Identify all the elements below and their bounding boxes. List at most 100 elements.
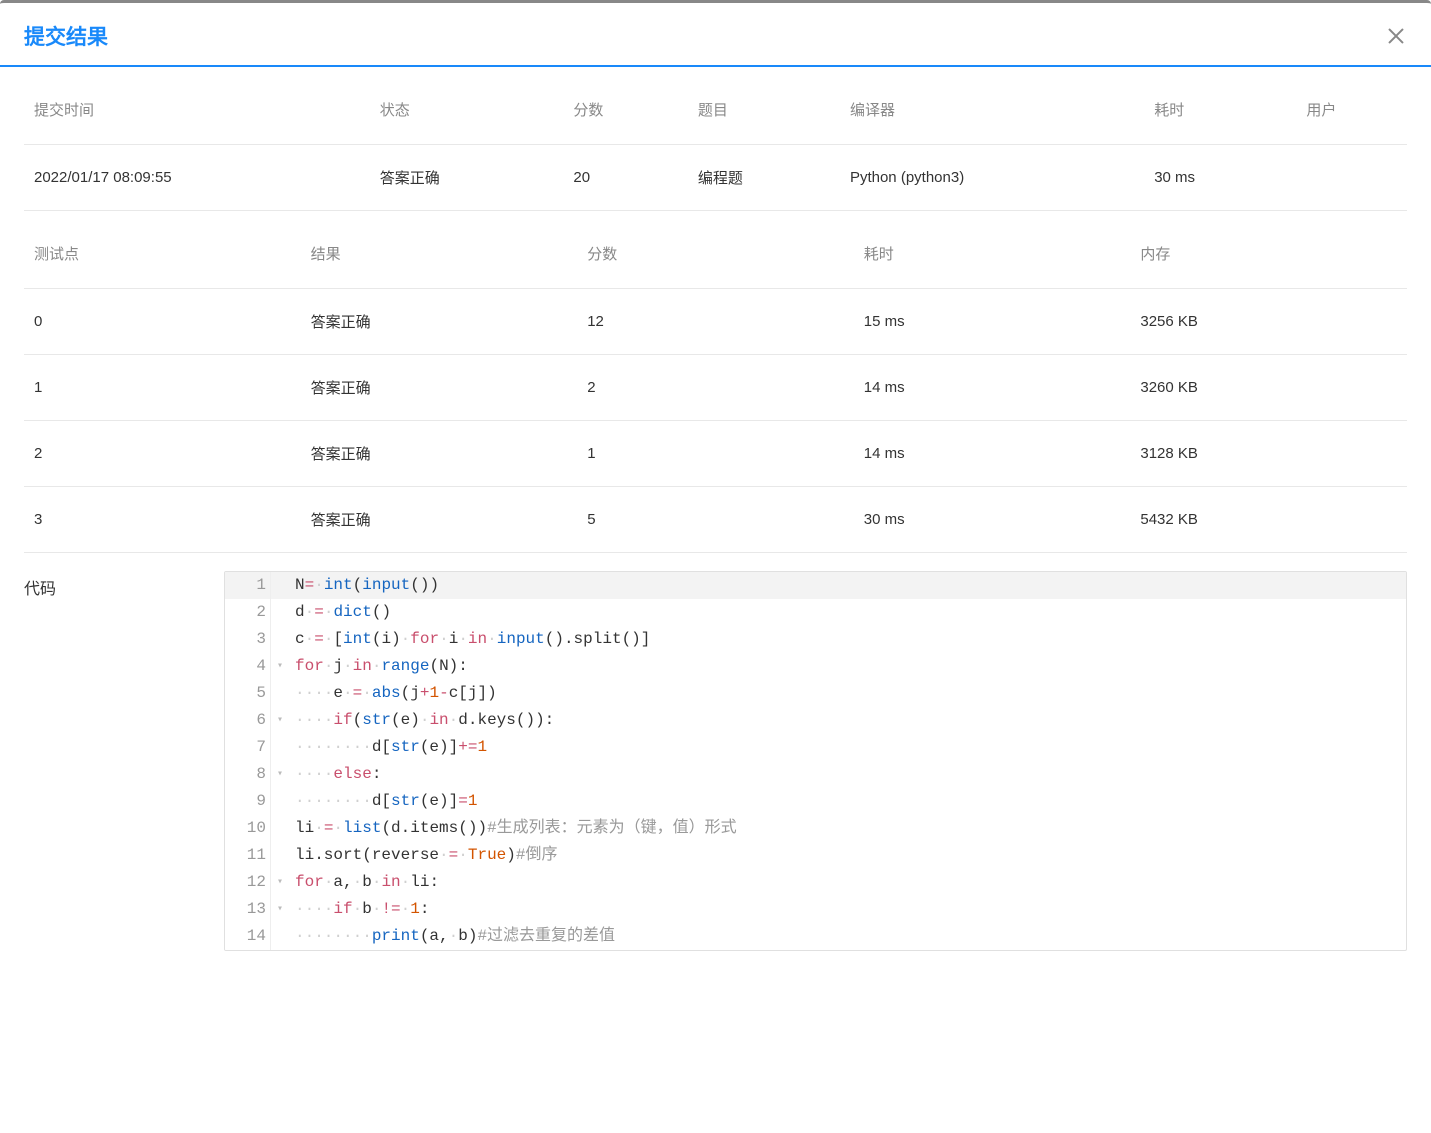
cell-result: 答案正确 xyxy=(301,487,578,553)
cell-result: 答案正确 xyxy=(301,289,578,355)
cell-tscore: 5 xyxy=(577,487,854,553)
cell-tscore: 12 xyxy=(577,289,854,355)
cell-testpoint: 3 xyxy=(24,487,301,553)
col-tscore: 分数 xyxy=(577,219,854,289)
cell-ttime: 14 ms xyxy=(854,355,1131,421)
col-result: 结果 xyxy=(301,219,578,289)
cell-testpoint: 0 xyxy=(24,289,301,355)
code-content: ····e·=·abs(j+1-c[j]) xyxy=(289,680,1406,707)
col-time: 耗时 xyxy=(1144,75,1296,145)
line-number: 10 xyxy=(225,815,271,842)
cell-memory: 5432 KB xyxy=(1130,487,1407,553)
col-memory: 内存 xyxy=(1130,219,1407,289)
testpoint-row: 0答案正确1215 ms3256 KB xyxy=(24,289,1407,355)
close-button[interactable] xyxy=(1385,25,1407,47)
code-line[interactable]: 2 d·=·dict() xyxy=(225,599,1406,626)
cell-result: 答案正确 xyxy=(301,421,578,487)
col-ttime: 耗时 xyxy=(854,219,1131,289)
cell-memory: 3260 KB xyxy=(1130,355,1407,421)
cell-problem: 编程题 xyxy=(688,145,840,211)
line-number: 9 xyxy=(225,788,271,815)
cell-user xyxy=(1296,145,1407,211)
testpoint-header-row: 测试点 结果 分数 耗时 内存 xyxy=(24,219,1407,289)
testpoint-table: 测试点 结果 分数 耗时 内存 0答案正确1215 ms3256 KB1答案正确… xyxy=(24,219,1407,553)
cell-memory: 3256 KB xyxy=(1130,289,1407,355)
code-content: ····if(str(e)·in·d.keys()): xyxy=(289,707,1406,734)
cell-ttime: 15 ms xyxy=(854,289,1131,355)
cell-time: 30 ms xyxy=(1144,145,1296,211)
code-line[interactable]: 3 c·=·[int(i)·for·i·in·input().split()] xyxy=(225,626,1406,653)
code-line[interactable]: 13▾····if·b·!=·1: xyxy=(225,896,1406,923)
cell-score: 20 xyxy=(563,145,687,211)
cell-tscore: 2 xyxy=(577,355,854,421)
code-content: li.sort(reverse·=·True)#倒序 xyxy=(289,842,1406,869)
fold-toggle-icon[interactable]: ▾ xyxy=(271,869,289,896)
line-number: 2 xyxy=(225,599,271,626)
submit-result-modal: 提交结果 提交时间 状态 分数 题目 编译器 耗时 用户 2022/01/17 … xyxy=(0,0,1431,951)
fold-toggle-icon[interactable]: ▾ xyxy=(271,761,289,788)
cell-testpoint: 2 xyxy=(24,421,301,487)
code-label: 代码 xyxy=(24,571,224,599)
code-line[interactable]: 5 ····e·=·abs(j+1-c[j]) xyxy=(225,680,1406,707)
code-content: ········print(a,·b)#过滤去重复的差值 xyxy=(289,923,1406,950)
code-content: for·j·in·range(N): xyxy=(289,653,1406,680)
cell-result: 答案正确 xyxy=(301,355,578,421)
col-score: 分数 xyxy=(563,75,687,145)
cell-compiler: Python (python3) xyxy=(840,145,1144,211)
cell-testpoint: 1 xyxy=(24,355,301,421)
col-user: 用户 xyxy=(1296,75,1407,145)
cell-tscore: 1 xyxy=(577,421,854,487)
code-line[interactable]: 12▾for·a,·b·in·li: xyxy=(225,869,1406,896)
testpoint-row: 3答案正确530 ms5432 KB xyxy=(24,487,1407,553)
testpoint-row: 1答案正确214 ms3260 KB xyxy=(24,355,1407,421)
code-line[interactable]: 1N=·int(input()) xyxy=(225,572,1406,599)
line-number: 11 xyxy=(225,842,271,869)
summary-header-row: 提交时间 状态 分数 题目 编译器 耗时 用户 xyxy=(24,75,1407,145)
code-line[interactable]: 4▾for·j·in·range(N): xyxy=(225,653,1406,680)
col-submit-time: 提交时间 xyxy=(24,75,370,145)
code-line[interactable]: 6▾····if(str(e)·in·d.keys()): xyxy=(225,707,1406,734)
modal-body: 提交时间 状态 分数 题目 编译器 耗时 用户 2022/01/17 08:09… xyxy=(0,75,1431,951)
code-content: ····if·b·!=·1: xyxy=(289,896,1406,923)
code-line[interactable]: 7 ········d[str(e)]+=1 xyxy=(225,734,1406,761)
cell-status: 答案正确 xyxy=(370,145,564,211)
line-number: 6 xyxy=(225,707,271,734)
col-problem: 题目 xyxy=(688,75,840,145)
col-compiler: 编译器 xyxy=(840,75,1144,145)
code-content: ····else: xyxy=(289,761,1406,788)
line-number: 7 xyxy=(225,734,271,761)
modal-header: 提交结果 xyxy=(0,3,1431,67)
line-number: 14 xyxy=(225,923,271,950)
code-line[interactable]: 14 ········print(a,·b)#过滤去重复的差值 xyxy=(225,923,1406,950)
summary-row: 2022/01/17 08:09:55 答案正确 20 编程题 Python (… xyxy=(24,145,1407,211)
fold-toggle-icon[interactable]: ▾ xyxy=(271,653,289,680)
line-number: 4 xyxy=(225,653,271,680)
cell-memory: 3128 KB xyxy=(1130,421,1407,487)
cell-ttime: 30 ms xyxy=(854,487,1131,553)
code-editor[interactable]: 1N=·int(input())2 d·=·dict() 3 c·=·[int(i)·… xyxy=(224,571,1407,951)
code-content: d·=·dict() xyxy=(289,599,1406,626)
code-line[interactable]: 10li·=·list(d.items())#生成列表：元素为（键，值）形式 xyxy=(225,815,1406,842)
testpoint-row: 2答案正确114 ms3128 KB xyxy=(24,421,1407,487)
line-number: 5 xyxy=(225,680,271,707)
line-number: 3 xyxy=(225,626,271,653)
fold-toggle-icon[interactable]: ▾ xyxy=(271,896,289,923)
code-line[interactable]: 8▾····else: xyxy=(225,761,1406,788)
fold-toggle-icon[interactable]: ▾ xyxy=(271,707,289,734)
code-content: ········d[str(e)]+=1 xyxy=(289,734,1406,761)
summary-table: 提交时间 状态 分数 题目 编译器 耗时 用户 2022/01/17 08:09… xyxy=(24,75,1407,211)
line-number: 1 xyxy=(225,572,271,599)
code-section: 代码 1N=·int(input())2 d·=·dict() 3 c·=·[int(… xyxy=(24,553,1407,951)
col-status: 状态 xyxy=(370,75,564,145)
cell-submit-time: 2022/01/17 08:09:55 xyxy=(24,145,370,211)
code-content: c·=·[int(i)·for·i·in·input().split()] xyxy=(289,626,1406,653)
modal-title: 提交结果 xyxy=(24,21,108,51)
line-number: 13 xyxy=(225,896,271,923)
code-line[interactable]: 9········d[str(e)]=1 xyxy=(225,788,1406,815)
cell-ttime: 14 ms xyxy=(854,421,1131,487)
code-line[interactable]: 11 li.sort(reverse·=·True)#倒序 xyxy=(225,842,1406,869)
col-testpoint: 测试点 xyxy=(24,219,301,289)
code-content: for·a,·b·in·li: xyxy=(289,869,1406,896)
line-number: 12 xyxy=(225,869,271,896)
close-icon xyxy=(1385,25,1407,47)
